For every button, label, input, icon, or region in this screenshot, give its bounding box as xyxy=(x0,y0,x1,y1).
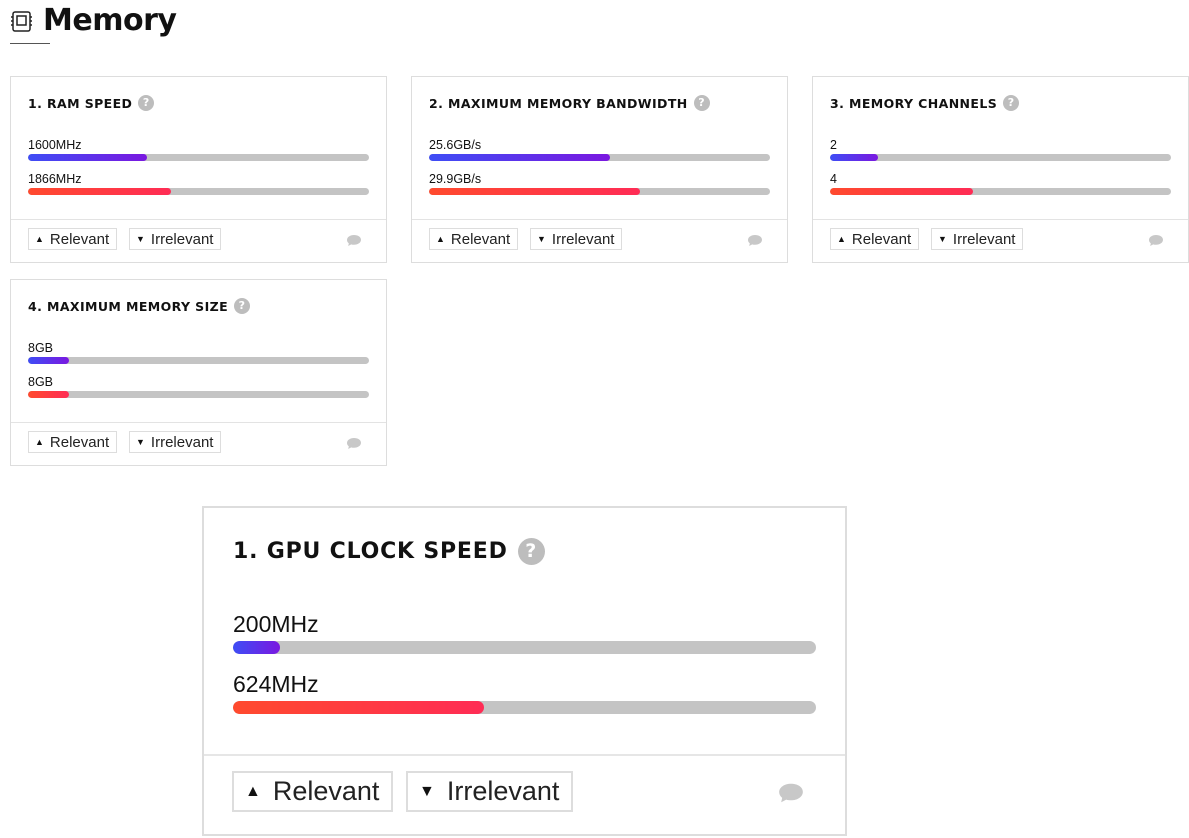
metric-bar-track xyxy=(233,641,816,654)
memory-chip-icon xyxy=(11,11,32,32)
help-icon[interactable]: ? xyxy=(234,298,251,314)
relevant-button[interactable]: ▲ Relevant xyxy=(28,228,118,250)
metric-bar-fill xyxy=(830,188,974,195)
metric-bar-fill xyxy=(28,357,69,364)
card-footer: ▲ Relevant ▼ Irrelevant xyxy=(813,219,1188,262)
comment-icon[interactable] xyxy=(777,782,805,804)
spec-card-memory-channels: 3. MEMORY CHANNELS ? 2 4 ▲ Relevant ▼ Irre… xyxy=(812,76,1189,263)
metric-value: 1600MHz xyxy=(28,138,82,152)
metric-value: 25.6GB/s xyxy=(429,138,482,152)
metric-bar-fill xyxy=(830,154,878,161)
card-title: 4. MAXIMUM MEMORY SIZE ? xyxy=(28,298,251,314)
irrelevant-button[interactable]: ▼ Irrelevant xyxy=(129,431,222,453)
metric-value: 2 xyxy=(830,138,837,152)
metric-bar-track xyxy=(28,188,369,195)
metric-bar-track xyxy=(28,154,369,161)
metric-bar-track xyxy=(830,188,1171,195)
triangle-down-icon: ▼ xyxy=(938,234,947,244)
metric-bar-fill xyxy=(28,391,69,398)
triangle-up-icon: ▲ xyxy=(837,234,846,244)
metric-row: 8GB xyxy=(28,341,369,364)
metric-bar-track xyxy=(28,391,369,398)
card-title: 2. MAXIMUM MEMORY BANDWIDTH ? xyxy=(429,95,710,111)
help-icon[interactable]: ? xyxy=(693,95,710,111)
triangle-down-icon: ▼ xyxy=(136,437,145,447)
metric-bar-fill xyxy=(233,701,484,714)
triangle-up-icon: ▲ xyxy=(35,437,44,447)
card-footer: ▲ Relevant ▼ Irrelevant xyxy=(412,219,787,262)
metric-value: 8GB xyxy=(28,341,54,355)
spec-card-ram-speed: 1. RAM SPEED ? 1600MHz 1866MHz ▲ Relevant… xyxy=(10,76,387,263)
section-underline xyxy=(10,43,50,44)
metric-row: 25.6GB/s xyxy=(429,138,770,161)
metric-value: 624MHz xyxy=(233,671,319,697)
triangle-up-icon: ▲ xyxy=(35,234,44,244)
metric-row: 29.9GB/s xyxy=(429,172,770,195)
metric-value: 8GB xyxy=(28,375,54,389)
metric-value: 1866MHz xyxy=(28,172,82,186)
triangle-up-icon: ▲ xyxy=(245,782,261,800)
card-footer: ▲ Relevant ▼ Irrelevant xyxy=(204,754,845,838)
triangle-up-icon: ▲ xyxy=(436,234,445,244)
irrelevant-button[interactable]: ▼ Irrelevant xyxy=(530,228,623,250)
irrelevant-button[interactable]: ▼ Irrelevant xyxy=(406,771,574,812)
help-icon[interactable]: ? xyxy=(517,538,545,565)
metric-bar-fill xyxy=(233,641,280,654)
metric-row: 4 xyxy=(830,172,1171,195)
triangle-down-icon: ▼ xyxy=(419,782,435,800)
relevant-button[interactable]: ▲ Relevant xyxy=(429,228,519,250)
section-title: Memory xyxy=(43,3,177,38)
metric-row: 2 xyxy=(830,138,1171,161)
relevant-button[interactable]: ▲ Relevant xyxy=(232,771,394,812)
metric-bar-fill xyxy=(429,188,641,195)
irrelevant-button[interactable]: ▼ Irrelevant xyxy=(931,228,1024,250)
irrelevant-button[interactable]: ▼ Irrelevant xyxy=(129,228,222,250)
metric-bar-track xyxy=(830,154,1171,161)
spec-card-memory-bandwidth: 2. MAXIMUM MEMORY BANDWIDTH ? 25.6GB/s 2… xyxy=(411,76,788,263)
metric-row: 200MHz xyxy=(233,611,816,654)
card-title: 1. RAM SPEED ? xyxy=(28,95,155,111)
help-icon[interactable]: ? xyxy=(138,95,155,111)
metric-bar-fill xyxy=(429,154,610,161)
card-footer: ▲ Relevant ▼ Irrelevant xyxy=(11,219,386,262)
metric-bar-track xyxy=(233,701,816,714)
comment-icon[interactable] xyxy=(346,437,362,450)
triangle-down-icon: ▼ xyxy=(537,234,546,244)
metric-value: 4 xyxy=(830,172,837,186)
metric-row: 624MHz xyxy=(233,671,816,714)
card-title: 3. MEMORY CHANNELS ? xyxy=(830,95,1020,111)
metric-row: 8GB xyxy=(28,375,369,398)
spec-card-gpu-clock-speed: 1. GPU CLOCK SPEED ? 200MHz 624MHz ▲ Rele… xyxy=(202,506,847,836)
comment-icon[interactable] xyxy=(346,234,362,247)
card-footer: ▲ Relevant ▼ Irrelevant xyxy=(11,422,386,465)
metric-value: 29.9GB/s xyxy=(429,172,482,186)
metric-bar-fill xyxy=(28,188,172,195)
help-icon[interactable]: ? xyxy=(1003,95,1020,111)
comment-icon[interactable] xyxy=(747,234,763,247)
metric-bar-track xyxy=(429,154,770,161)
metric-bar-fill xyxy=(28,154,148,161)
relevant-button[interactable]: ▲ Relevant xyxy=(28,431,118,453)
metric-bar-track xyxy=(429,188,770,195)
comment-icon[interactable] xyxy=(1148,234,1164,247)
triangle-down-icon: ▼ xyxy=(136,234,145,244)
metric-value: 200MHz xyxy=(233,611,319,637)
spec-card-memory-size: 4. MAXIMUM MEMORY SIZE ? 8GB 8GB ▲ Releva… xyxy=(10,279,387,466)
metric-row: 1600MHz xyxy=(28,138,369,161)
metric-bar-track xyxy=(28,357,369,364)
metric-row: 1866MHz xyxy=(28,172,369,195)
relevant-button[interactable]: ▲ Relevant xyxy=(830,228,920,250)
card-title: 1. GPU CLOCK SPEED ? xyxy=(233,538,545,565)
